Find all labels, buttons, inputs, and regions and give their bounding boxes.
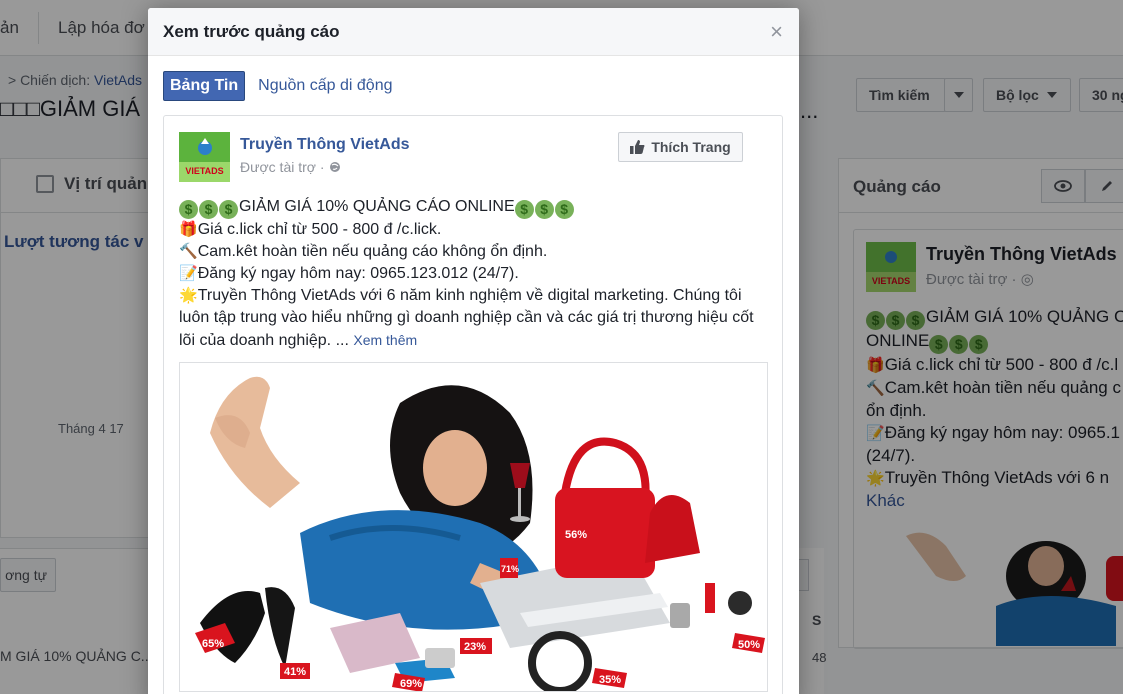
svg-text:23%: 23%: [464, 641, 486, 653]
money-bag-icon: $: [514, 200, 534, 219]
money-bag-icon: $: [554, 200, 574, 219]
ad-image[interactable]: 65% 41% 23% 69% 50% 35% 56% 71%: [179, 362, 768, 692]
like-page-label: Thích Trang: [651, 139, 731, 155]
tab-news-feed[interactable]: Bảng Tin: [163, 71, 246, 101]
page-logo[interactable]: VIETADS: [179, 132, 230, 182]
close-icon[interactable]: ×: [770, 21, 783, 43]
ad-text-line-3: 🔨Cam.kêt hoàn tiền nếu quảng cáo không ổ…: [179, 241, 771, 263]
ad-post: VIETADS Truyền Thông VietAds Được tài tr…: [163, 115, 783, 694]
svg-text:65%: 65%: [202, 638, 224, 650]
tab-mobile-feed[interactable]: Nguồn cấp di động: [251, 71, 399, 101]
gavel-icon: 🔨: [179, 243, 198, 260]
ad-text-line-1: $ $ $ GIẢM GIÁ 10% QUẢNG CÁO ONLINE $ $ $: [179, 196, 771, 219]
ad-text-line-2: 🎁Giá c.lick chỉ từ 500 - 800 đ /c.lick.: [179, 219, 771, 241]
svg-text:71%: 71%: [501, 564, 519, 574]
svg-text:69%: 69%: [400, 678, 422, 690]
gift-icon: 🎁: [179, 221, 198, 238]
see-more-link[interactable]: Xem thêm: [353, 332, 417, 348]
like-page-button[interactable]: Thích Trang: [618, 132, 743, 162]
ad-preview-dialog: Xem trước quảng cáo × Bảng Tin Nguồn cấp…: [148, 8, 799, 694]
memo-icon: 📝: [179, 265, 198, 282]
page-name-link[interactable]: Truyền Thông VietAds: [240, 136, 410, 154]
money-bag-icon: $: [219, 200, 238, 219]
dialog-title: Xem trước quảng cáo: [163, 22, 340, 41]
svg-text:VIETADS: VIETADS: [185, 166, 223, 176]
sponsored-label: Được tài trợ ·: [240, 159, 341, 175]
star-icon: 🌟: [179, 287, 198, 304]
preview-tabs: Bảng Tin Nguồn cấp di động: [163, 71, 399, 101]
svg-text:56%: 56%: [565, 529, 587, 541]
globe-icon: [329, 162, 340, 172]
money-bag-icon: $: [199, 200, 218, 219]
svg-text:50%: 50%: [738, 639, 760, 651]
svg-text:35%: 35%: [599, 674, 621, 686]
ad-text-line-5: 🌟Truyền Thông VietAds với 6 năm kinh ngh…: [179, 287, 754, 349]
svg-text:41%: 41%: [284, 666, 306, 678]
ad-text: $ $ $ GIẢM GIÁ 10% QUẢNG CÁO ONLINE $ $ $ 🎁Giá…: [179, 196, 771, 352]
thumbs-up-icon: [630, 140, 645, 154]
money-bag-icon: $: [179, 200, 198, 219]
money-bag-icon: $: [534, 200, 554, 219]
ad-text-line-4: 📝Đăng ký ngay hôm nay: 0965.123.012 (24/…: [179, 263, 771, 285]
dialog-header: Xem trước quảng cáo ×: [148, 8, 799, 56]
